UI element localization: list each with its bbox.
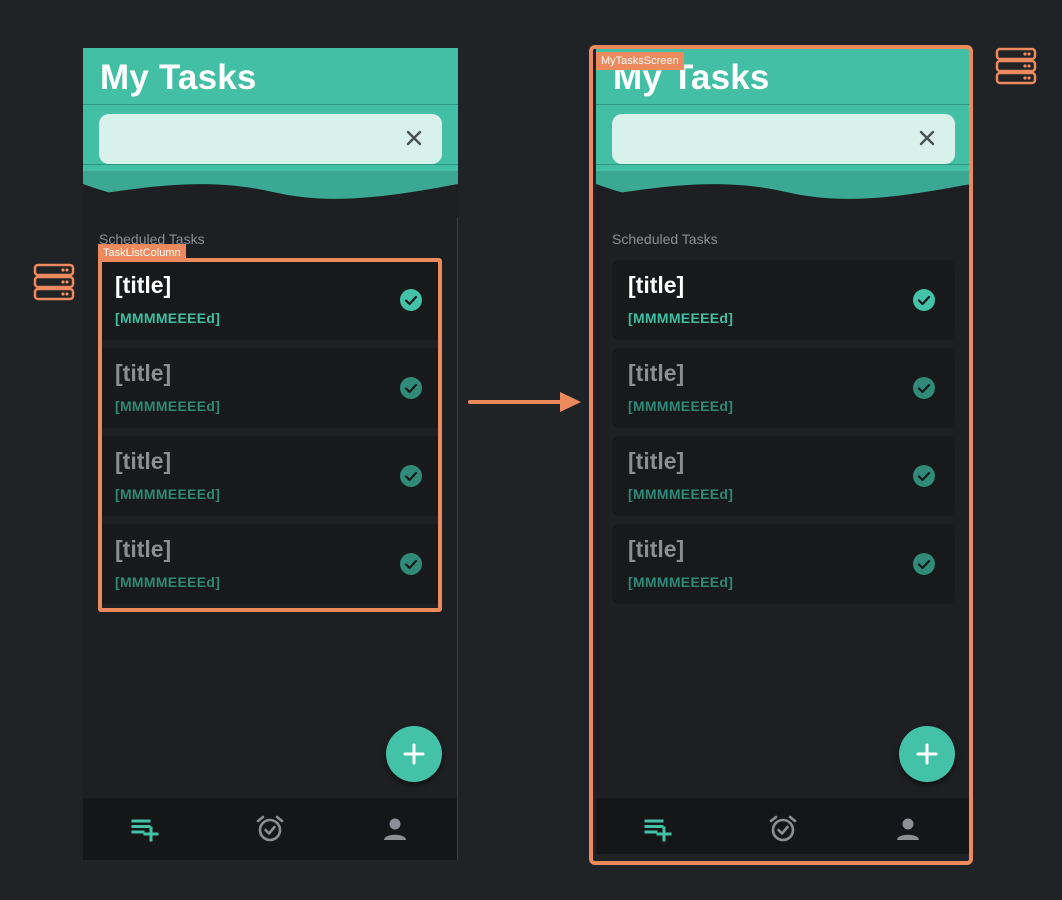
component-label: TaskListColumn (98, 244, 186, 262)
plus-icon (403, 743, 425, 765)
page-title: My Tasks (100, 58, 257, 97)
person-icon (384, 818, 406, 840)
header-divider (83, 164, 458, 165)
search-input[interactable] (99, 114, 442, 164)
my-tasks-screen-outline: MyTasksScreen (589, 45, 973, 865)
screen-divider (457, 218, 458, 860)
playlist-add-icon (131, 819, 159, 842)
close-icon[interactable] (404, 128, 424, 148)
database-icon (995, 47, 1037, 85)
alarm-check-icon (256, 815, 284, 842)
nav-item-alarm[interactable] (208, 798, 333, 860)
database-icon (33, 263, 75, 301)
header-divider (83, 104, 458, 105)
header-wave (83, 166, 458, 226)
component-label: MyTasksScreen (596, 52, 684, 70)
task-list-column-outline: TaskListColumn (98, 244, 442, 612)
arrow-right-icon (468, 392, 581, 412)
nav-item-profile[interactable] (333, 798, 458, 860)
bottom-nav (83, 798, 458, 860)
nav-item-tasks[interactable] (83, 798, 208, 860)
add-task-button[interactable] (386, 726, 442, 782)
header: My Tasks (83, 48, 458, 226)
